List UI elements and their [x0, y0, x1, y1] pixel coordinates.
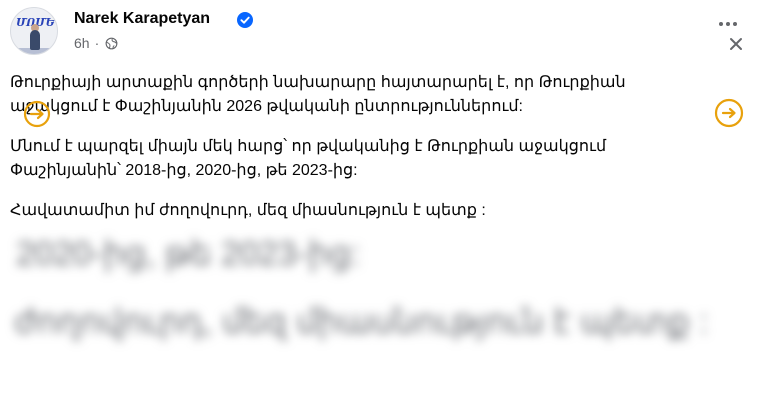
blurred-line-2: ժողովուրդ, մեզ միասնություն է պետք : — [14, 303, 709, 341]
arrow-circle-right-icon[interactable] — [714, 98, 744, 128]
arrow-circle-right-icon[interactable] — [23, 100, 51, 128]
avatar-person-body — [30, 30, 40, 50]
more-options-button[interactable] — [716, 12, 740, 36]
close-icon — [730, 38, 742, 50]
post-paragraph-3: Հավատամիտ իմ ժողովուրդ, մեզ միասնություն… — [10, 202, 486, 219]
globe-icon[interactable] — [105, 37, 118, 50]
verified-badge-icon — [237, 12, 253, 28]
post-paragraph-2: Մնում է պարզել միայն մեկ հարց՝ որ թվական… — [10, 138, 607, 179]
more-options-icon — [719, 22, 737, 26]
post-time[interactable]: 6h — [74, 35, 90, 51]
post-meta: 6h · — [74, 35, 118, 51]
avatar[interactable]: ՄՈՄԵ — [10, 7, 58, 55]
blurred-preview: 2020-ից, թե 2023-ից: ժողովուրդ, մեզ միաս… — [0, 228, 766, 400]
blurred-line-1: 2020-ից, թե 2023-ից: — [16, 235, 361, 273]
close-post-button[interactable] — [726, 34, 746, 54]
meta-separator: · — [94, 35, 100, 51]
facebook-post: ՄՈՄԵ Narek Karapetyan 6h · Թուրքիայի արտ… — [0, 0, 766, 400]
post-paragraph-1: Թուրքիայի արտաքին գործերի նախարարը հայտա… — [10, 74, 626, 115]
author-name[interactable]: Narek Karapetyan — [74, 10, 210, 28]
